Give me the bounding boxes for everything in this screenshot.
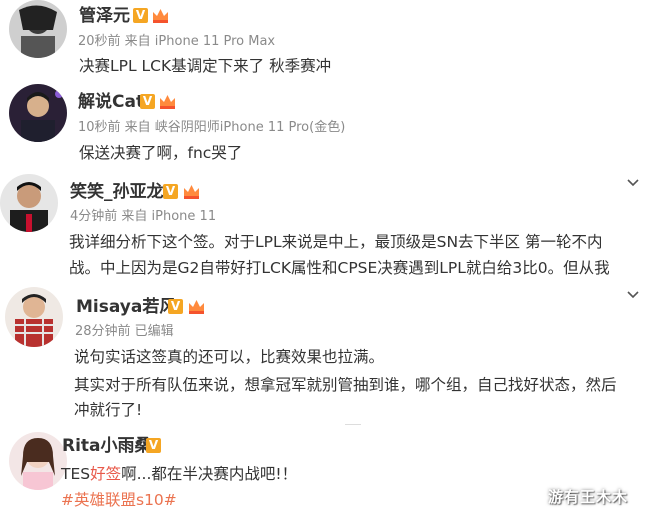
username[interactable]: 笑笑_孙亚龙 <box>70 182 164 202</box>
comment-meta: 20秒前 来自 iPhone 11 Pro Max <box>78 34 276 49</box>
comment-text-suffix: 啊...都在半决赛内战吧!！ <box>121 465 298 483</box>
comment-text-line: 说句实话这签真的还可以，比赛效果也拉满。 <box>74 348 385 366</box>
avatar[interactable] <box>9 84 67 142</box>
verified-badge-icon: V <box>168 299 183 314</box>
chevron-down-icon[interactable] <box>626 175 640 189</box>
comment-text: TES好签啊...都在半决赛内战吧!！ <box>61 462 297 487</box>
username[interactable]: 解说Cat <box>78 92 144 112</box>
comment-item: Misaya若风 V 28分钟前 已编辑 说句实话这签真的还可以，比赛效果也拉满… <box>0 287 650 427</box>
username[interactable]: Misaya若风 <box>76 297 176 317</box>
verified-badge-icon: V <box>133 8 148 23</box>
vip-crown-icon <box>160 95 175 109</box>
comment-text-prefix: TES <box>61 465 91 483</box>
comment-text-line: 战。中上因为是G2自带好打LCK属性和CPSE决赛遇到LPL就白给3比0。但从我 <box>69 259 610 277</box>
vip-crown-icon <box>184 185 199 199</box>
divider <box>345 424 361 425</box>
chevron-down-icon[interactable] <box>626 287 640 301</box>
comment-item: 解说Cat V 10秒前 来自 峡谷阴阳师iPhone 11 Pro(金色) 保… <box>0 82 650 172</box>
comment-text-line: 决赛LPL LCK基调定下来了 秋季赛冲 <box>79 57 332 75</box>
vip-crown-icon <box>189 300 204 314</box>
comment-text-line: 保送决赛了啊，fnc哭了 <box>79 144 243 162</box>
comment-text-line: 我详细分析下这个签。对于LPL来说是中上，最顶级是SN去下半区 第一轮不内 <box>69 233 603 251</box>
comment-meta: 4分钟前 来自 iPhone 11 <box>70 209 217 224</box>
hashtag-link[interactable]: #英雄联盟s10# <box>61 488 177 513</box>
avatar[interactable] <box>9 432 67 490</box>
username[interactable]: Rita小雨桑 <box>62 436 152 456</box>
highlighted-text: 好签 <box>90 465 122 483</box>
verified-badge-icon: V <box>163 184 178 199</box>
verified-badge-icon: V <box>140 94 155 109</box>
vip-crown-icon <box>153 9 168 23</box>
avatar[interactable] <box>0 174 58 232</box>
username[interactable]: 管泽元 <box>79 6 130 26</box>
verified-badge-icon: V <box>146 438 161 453</box>
comment-item: 笑笑_孙亚龙 V 4分钟前 来自 iPhone 11 我详细分析下这个签。对于L… <box>0 172 650 287</box>
comment-text-line: 冲就行了! <box>74 401 143 419</box>
watermark: 游有王木木 <box>548 488 629 506</box>
comment-text-line: 其实对于所有队伍来说，想拿冠军就别管抽到谁，哪个组，自己找好状态，然后 <box>74 376 617 394</box>
avatar[interactable] <box>9 0 67 58</box>
avatar[interactable] <box>5 287 63 347</box>
comment-meta: 10秒前 来自 峡谷阴阳师iPhone 11 Pro(金色) <box>78 120 346 135</box>
comment-meta: 28分钟前 已编辑 <box>75 324 174 339</box>
comment-item: 管泽元 V 20秒前 来自 iPhone 11 Pro Max 决赛LPL LC… <box>0 0 650 80</box>
